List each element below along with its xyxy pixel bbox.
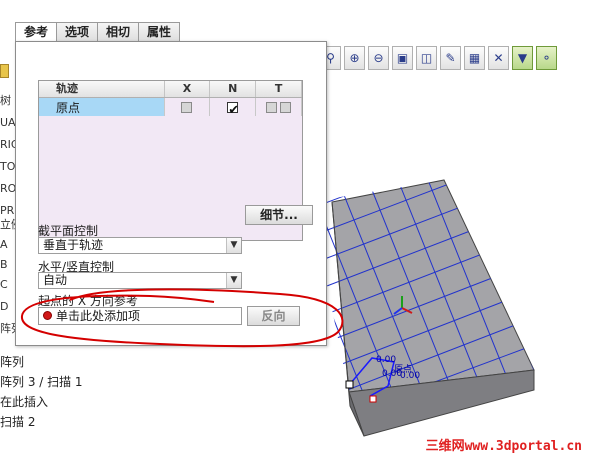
t-checkbox[interactable] [266,101,278,113]
col-trajectory: 轨迹 [39,81,165,97]
col-t: T [256,81,302,97]
zoom-out-icon[interactable]: ⊖ [368,46,389,70]
model-viewport[interactable]: 0.00 原点 0.00 0.00 [320,80,600,462]
origin-marker-icon [345,380,354,389]
refit-icon[interactable]: ▣ [392,46,413,70]
tree-item[interactable]: RO [0,182,16,195]
tree-item-pattern3[interactable]: 阵列 3 / 扫描 1 [0,372,110,392]
tab-options[interactable]: 选项 [56,22,99,41]
dim-label: 0.00 [382,369,402,379]
tree-item[interactable]: UA [0,116,16,129]
tree-item-sweep2[interactable]: 扫描 2 [0,412,110,432]
col-x: X [165,81,211,97]
checkmark-icon: ✔ [228,102,240,118]
hv-control-select[interactable]: 自动 ▼ [38,272,242,289]
references-panel: 轨迹 X N T 原点 ✔ 细节... 截平面控制 垂直于轨迹 ▼ 水平/竖直控… [15,41,327,346]
tree-item-partial[interactable]: 阵列 [0,352,110,372]
details-button[interactable]: 细节... [245,205,313,225]
watermark: 三维网www.3dportal.cn [425,439,582,454]
layers-icon[interactable]: ▦ [464,46,485,70]
x-ref-placeholder: 单击此处添加项 [56,309,141,323]
block-top-face [331,179,535,393]
trajectory-name[interactable]: 原点 [39,98,165,116]
chevron-down-icon[interactable]: ▼ [226,238,241,253]
tree-label: 树 [0,94,11,107]
t-checkbox[interactable] [280,101,292,113]
section-control-value: 垂直于轨迹 [43,238,104,252]
col-n: N [210,81,257,97]
table-header: 轨迹 X N T [39,81,302,98]
tree-item[interactable]: D [0,300,8,313]
x-ref-collector[interactable]: 单击此处添加项 [38,307,242,325]
required-dot-icon [43,311,52,320]
n-checkbox[interactable]: ✔ [227,101,239,117]
chevron-down-icon[interactable]: ▼ [226,273,241,288]
tree-item[interactable]: TO [0,160,15,173]
datum-display-icon[interactable]: ▼ [512,46,533,70]
tree-item[interactable]: B [0,258,8,271]
view-toolbar: ⚲ ⊕ ⊖ ▣ ◫ ✎ ▦ ✕ ▼ ⚬ [320,46,557,76]
section-control-select[interactable]: 垂直于轨迹 ▼ [38,237,242,254]
tree-item[interactable]: C [0,278,8,291]
model-tree-lower: 阵列 阵列 3 / 扫描 1 在此插入 扫描 2 [0,352,110,432]
dashboard-tabs: 参考 选项 相切 属性 [15,22,181,42]
zoom-in-icon[interactable]: ⊕ [344,46,365,70]
tab-tangency[interactable]: 相切 [97,22,140,41]
tab-properties[interactable]: 属性 [138,22,181,41]
datum-planes-icon[interactable]: ⚬ [536,46,557,70]
dim-label: 0.00 [400,371,420,381]
dim-label: 0.00 [376,355,396,365]
tree-item-insert-here[interactable]: 在此插入 [0,392,110,412]
hv-control-value: 自动 [43,273,68,287]
x-checkbox[interactable] [181,101,193,113]
saved-views-icon[interactable]: ✎ [440,46,461,70]
folder-icon [0,64,9,78]
tree-item[interactable]: A [0,238,8,251]
shade-icon[interactable]: ◫ [416,46,437,70]
table-row[interactable]: 原点 ✔ [39,98,302,117]
start-point-icon [369,395,377,403]
spin-center-icon[interactable]: ✕ [488,46,509,70]
flip-button[interactable]: 反向 [247,306,300,326]
tab-references[interactable]: 参考 [15,22,58,42]
